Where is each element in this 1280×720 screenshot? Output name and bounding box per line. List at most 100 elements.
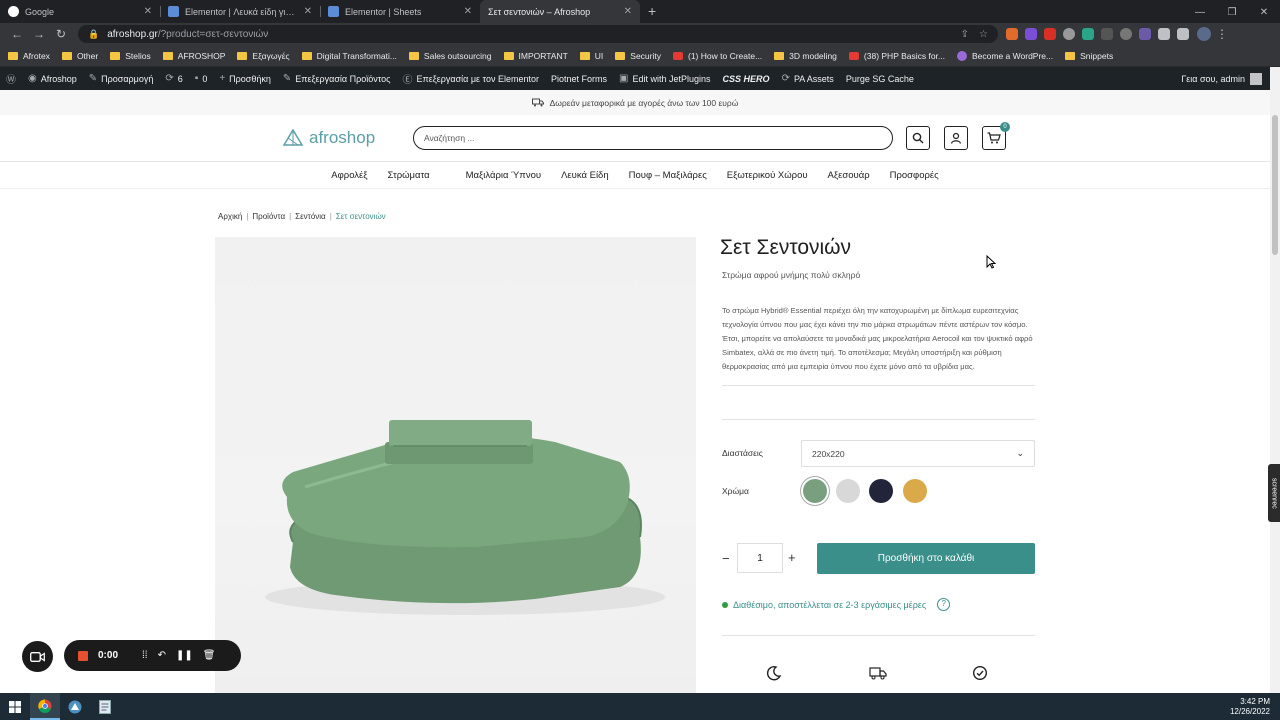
site-logo[interactable]: afroshop [283, 128, 375, 148]
nav-item[interactable]: Εξωτερικού Χώρου [727, 170, 808, 181]
taskbar-app[interactable] [60, 693, 90, 720]
browser-tab[interactable]: Google ✕ [0, 0, 160, 23]
menu-dots-icon[interactable]: ⋮ [1211, 27, 1233, 41]
wp-account-menu[interactable]: Γεια σου, admin [1181, 72, 1262, 85]
wp-csshero-link[interactable]: CSS HERO [723, 74, 770, 84]
breadcrumb-link[interactable]: Αρχική [218, 212, 242, 221]
puzzle-icon[interactable] [1158, 28, 1170, 40]
wp-site-link[interactable]: ◉ Afroshop [28, 73, 77, 84]
quantity-increase-button[interactable]: + [788, 550, 796, 565]
forward-icon[interactable]: → [28, 27, 50, 41]
reload-icon[interactable]: ↻ [50, 27, 72, 41]
browser-tab[interactable]: Elementor | Sheets ✕ [320, 0, 480, 23]
color-swatch-navy[interactable] [869, 479, 893, 503]
browser-tab[interactable]: Elementor | Λευκά είδη για το κρ ✕ [160, 0, 320, 23]
close-window-icon[interactable]: ✕ [1248, 3, 1280, 23]
close-tab-icon[interactable]: ✕ [624, 6, 632, 17]
extension-icon[interactable] [1006, 28, 1018, 40]
nav-item[interactable]: Πουφ – Μαξιλάρες [629, 170, 707, 181]
quantity-decrease-button[interactable]: − [722, 551, 730, 566]
nav-item[interactable]: Στρώματα [388, 170, 430, 181]
minimize-icon[interactable]: — [1184, 3, 1216, 23]
bookmark-item[interactable]: 3D modeling [774, 51, 837, 61]
breadcrumb-link[interactable]: Σεντόνια [295, 212, 326, 221]
bookmark-item[interactable]: (1) How to Create... [673, 51, 762, 61]
nav-item[interactable]: Λευκά Είδη [561, 170, 609, 181]
wp-edit-product-link[interactable]: ✎ Επεξεργασία Προϊόντος [283, 73, 391, 84]
grid-icon[interactable]: ⁞⁞ [142, 650, 148, 661]
extension-icon[interactable] [1025, 28, 1037, 40]
account-button[interactable] [944, 126, 968, 150]
screenrec-side-tab[interactable]: screenrec [1268, 464, 1280, 522]
close-tab-icon[interactable]: ✕ [304, 6, 312, 17]
url-input[interactable]: 🔒 afroshop.gr/?product=σετ-σεντονιών ⇪ ☆ [78, 25, 998, 43]
nav-item[interactable]: Αφρολέξ [331, 170, 367, 181]
nav-item[interactable]: Μαξιλάρια Ύπνου [466, 170, 541, 181]
taskbar-app[interactable] [90, 693, 120, 720]
extension-icon[interactable] [1082, 28, 1094, 40]
bookmark-star-icon[interactable]: ☆ [979, 29, 988, 40]
camera-toggle-button[interactable] [22, 641, 53, 672]
bookmark-item[interactable]: Other [61, 51, 98, 61]
profile-avatar[interactable] [1197, 27, 1211, 41]
bookmark-item[interactable]: Digital Transformati... [301, 51, 397, 61]
bookmark-item[interactable]: Afrotex [8, 51, 50, 61]
wp-customize-link[interactable]: ✎ Προσαρμογή [89, 73, 154, 84]
dimensions-select[interactable]: 220x220 ⌄ [801, 440, 1035, 467]
wp-new-link[interactable]: + Προσθήκη [219, 73, 271, 84]
stop-record-icon[interactable] [78, 650, 88, 661]
bookmark-item[interactable]: Become a WordPre... [957, 50, 1053, 61]
bookmark-item[interactable]: Security [615, 51, 661, 61]
add-to-cart-button[interactable]: Προσθήκη στο καλάθι [817, 543, 1035, 574]
bookmark-item[interactable]: IMPORTANT [503, 51, 568, 61]
color-swatch-light-grey[interactable] [836, 479, 860, 503]
wp-elementor-link[interactable]: Ⓔ Επεξεργασία με τον Elementor [403, 71, 540, 87]
sidepanel-icon[interactable] [1177, 28, 1189, 40]
cart-button[interactable]: 0 [982, 122, 1010, 150]
new-tab-icon[interactable]: + [640, 0, 664, 23]
extension-icon[interactable] [1139, 28, 1151, 40]
wp-piotnet-link[interactable]: Piotnet Forms [551, 74, 607, 84]
quantity-input[interactable]: 1 [737, 543, 783, 573]
extension-icon[interactable] [1063, 28, 1075, 40]
close-tab-icon[interactable]: ✕ [144, 6, 152, 17]
bookmark-item[interactable]: UI [579, 51, 603, 61]
bookmark-item[interactable]: (38) PHP Basics for... [848, 51, 945, 61]
wp-jetplugins-link[interactable]: ▣ Edit with JetPlugins [619, 73, 711, 84]
extension-icon[interactable] [1101, 28, 1113, 40]
wp-comments-link[interactable]: ▪ 0 [195, 73, 208, 84]
search-input[interactable]: Αναζήτηση ... [413, 126, 893, 150]
close-tab-icon[interactable]: ✕ [464, 6, 472, 17]
taskbar-chrome[interactable] [30, 693, 60, 720]
bookmark-item[interactable]: Snippets [1065, 51, 1113, 61]
page-scrollbar[interactable] [1270, 67, 1280, 693]
trash-icon[interactable]: 🗑 [203, 650, 216, 661]
bookmark-item[interactable]: Sales outsourcing [408, 51, 492, 61]
bookmark-item[interactable]: Εξαγωγές [237, 51, 290, 61]
pause-icon[interactable]: ❚❚ [176, 650, 193, 661]
color-swatch-mustard[interactable] [903, 479, 927, 503]
system-clock[interactable]: 3:42 PM 12/26/2022 [1230, 697, 1270, 717]
breadcrumb-link[interactable]: Προϊόντα [252, 212, 285, 221]
bookmark-item[interactable]: Stelios [110, 51, 151, 61]
wp-purge-link[interactable]: Purge SG Cache [846, 74, 914, 84]
nav-item[interactable]: Προσφορές [890, 170, 939, 181]
wp-pa-assets-link[interactable]: ⟳ PA Assets [782, 73, 834, 84]
wp-updates-link[interactable]: ⟳ 6 [165, 73, 182, 84]
wp-logo-icon[interactable]: Ⓦ [6, 71, 16, 86]
extension-icon[interactable] [1044, 28, 1056, 40]
browser-tab-active[interactable]: Σετ σεντονιών – Afroshop ✕ [480, 0, 640, 23]
undo-icon[interactable]: ↶ [158, 650, 166, 661]
help-icon[interactable]: ? [937, 598, 951, 611]
extension-icon[interactable] [1120, 28, 1132, 40]
start-button[interactable] [0, 693, 30, 720]
restore-icon[interactable]: ❐ [1216, 3, 1248, 23]
share-icon[interactable]: ⇪ [961, 29, 969, 40]
nav-item[interactable]: Αξεσουάρ [828, 170, 870, 181]
bookmark-item[interactable]: AFROSHOP [162, 51, 225, 61]
back-icon[interactable]: ← [6, 27, 28, 41]
color-swatch-green[interactable] [803, 479, 827, 503]
scrollbar-thumb[interactable] [1272, 115, 1278, 255]
search-button[interactable] [906, 126, 930, 150]
product-image[interactable] [215, 237, 696, 693]
